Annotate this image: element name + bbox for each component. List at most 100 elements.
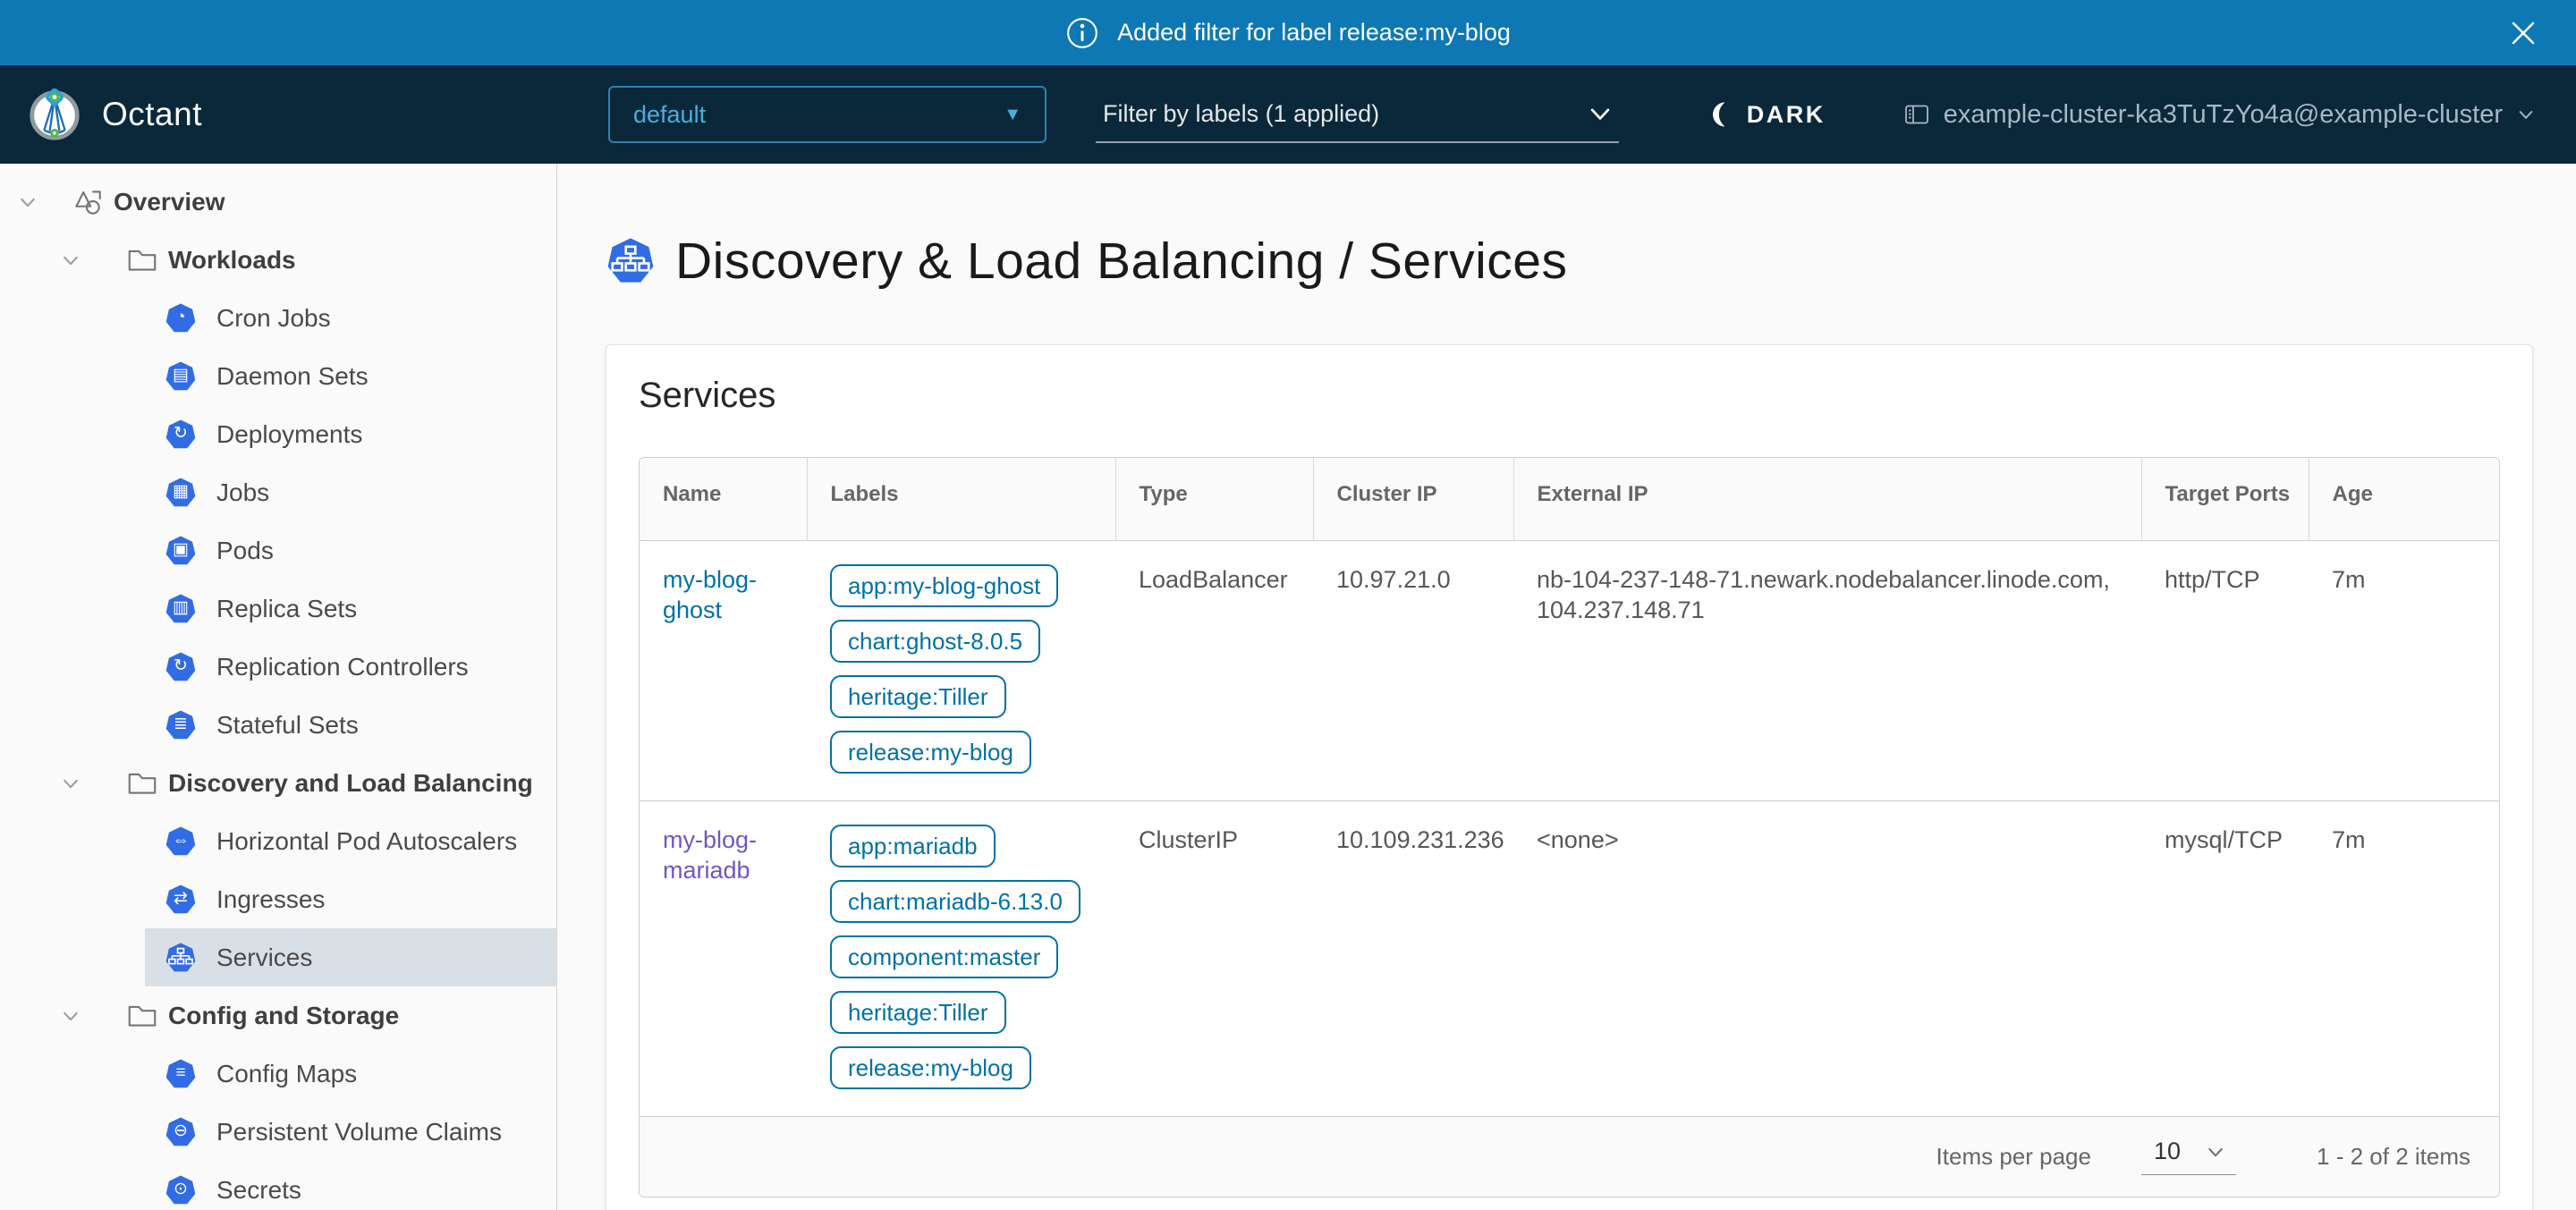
horizontalpodautoscalers-icon: ⇔ [165,825,197,858]
page-title-row: Discovery & Load Balancing / Services [606,232,2533,291]
main-content: Discovery & Load Balancing / Services Se… [557,164,2576,1210]
sidebar-item-label: Persistent Volume Claims [216,1118,502,1147]
namespace-value: default [633,101,706,129]
label-badge[interactable]: component:master [830,935,1058,978]
page-title: Discovery & Load Balancing / Services [675,232,1567,291]
sidebar-item[interactable]: ⊖ Persistent Volume Claims [145,1103,556,1161]
sidebar-item[interactable]: ≣ Stateful Sets [145,696,556,754]
service-link[interactable]: my-blog-ghost [663,566,757,623]
column-header-age: Age [2309,458,2499,540]
chevron-down-icon[interactable] [59,249,82,272]
service-icon [606,236,656,286]
card-title: Services [639,376,2500,416]
cell-name: my-blog-mariadb [640,800,807,1116]
label-badge[interactable]: release:my-blog [830,1046,1031,1089]
sidebar-item[interactable]: ▣ Pods [145,521,556,580]
sidebar-item-label: Config Maps [216,1060,357,1088]
table-row: my-blog-ghost app:my-blog-ghost chart:gh… [640,540,2499,800]
sidebar-item[interactable]: ◔ Cron Jobs [145,289,556,347]
daemonsets-icon: ▤ [165,360,197,393]
sidebar-item-label: Config and Storage [168,1002,399,1030]
sidebar-item[interactable]: ⇔ Horizontal Pod Autoscalers [145,812,556,870]
label-badge[interactable]: app:mariadb [830,825,996,867]
label-badge[interactable]: chart:ghost-8.0.5 [830,620,1040,663]
sidebar-item[interactable]: Discovery and Load Balancing [0,754,556,812]
moon-icon [1706,100,1734,129]
sidebar-item[interactable]: ↻ Deployments [145,405,556,463]
replicationcontrollers-icon: ↻ [165,651,197,683]
column-header-name: Name [640,458,807,540]
chevron-down-icon [2515,104,2537,125]
table-body: my-blog-ghost app:my-blog-ghost chart:gh… [640,540,2499,1116]
statefulsets-icon: ≣ [165,709,197,741]
cell-external-ip: <none> [1513,800,2141,1116]
cell-external-ip: nb-104-237-148-71.newark.nodebalancer.li… [1513,540,2141,800]
cell-cluster-ip: 10.97.21.0 [1313,540,1513,800]
sidebar-item[interactable]: Overview [0,173,556,231]
sidebar-item[interactable]: ▦ Jobs [145,463,556,521]
chevron-down-icon [2204,1140,2227,1163]
secrets-icon: ⊙ [165,1174,197,1206]
overview-icon [71,185,105,219]
sidebar-item[interactable]: ⇄ Ingresses [145,870,556,928]
cluster-name: example-cluster-ka3TuTzYo4a@example-clus… [1944,100,2503,130]
cluster-select[interactable]: example-cluster-ka3TuTzYo4a@example-clus… [1902,100,2537,130]
pagination-range: 1 - 2 of 2 items [2317,1143,2470,1171]
sidebar-item-label: Discovery and Load Balancing [168,769,533,798]
sidebar-item[interactable]: ↻ Replication Controllers [145,638,556,696]
chevron-down-icon [1585,98,1615,129]
chevron-down-icon[interactable] [16,190,39,214]
label-badge[interactable]: chart:mariadb-6.13.0 [830,880,1080,923]
services-table: Name Labels Type Cluster IP External IP … [639,457,2500,1197]
theme-toggle-label: DARK [1747,101,1826,129]
deployments-icon: ↻ [165,419,197,451]
sidebar-nav: Overview Workloads ◔ Cron Jobs [0,164,557,1210]
ingresses-icon: ⇄ [165,884,197,916]
table-header-row: Name Labels Type Cluster IP External IP … [640,458,2499,540]
cronjobs-icon: ◔ [165,302,197,334]
label-filter-text: Filter by labels (1 applied) [1103,100,1379,128]
label-filter-select[interactable]: Filter by labels (1 applied) [1096,86,1619,143]
page-size-value: 10 [2154,1138,2181,1165]
info-banner: Added filter for label release:my-blog [0,0,2576,65]
namespace-select[interactable]: default ▼ [608,86,1046,143]
sidebar-item[interactable]: ▤ Daemon Sets [145,347,556,405]
label-badge[interactable]: heritage:Tiller [830,675,1006,718]
dark-theme-toggle[interactable]: DARK [1706,100,1826,129]
sidebar-item-label: Replica Sets [216,595,357,623]
sidebar-item-label: Stateful Sets [216,711,359,740]
app-header: Octant default ▼ Filter by labels (1 app… [0,65,2576,164]
label-badge[interactable]: release:my-blog [830,731,1031,774]
sidebar-item-label: Overview [114,188,225,216]
sidebar-item-label: Services [216,943,312,972]
label-badge[interactable]: app:my-blog-ghost [830,564,1058,607]
jobs-icon: ▦ [165,477,197,509]
sidebar-item-label: Deployments [216,420,362,449]
close-icon[interactable] [2504,14,2542,52]
sidebar-item-label: Secrets [216,1176,301,1205]
page-size-select[interactable]: 10 [2141,1138,2236,1175]
folder-icon [125,243,159,277]
caret-down-icon: ▼ [1004,105,1021,125]
label-badge[interactable]: heritage:Tiller [830,991,1006,1034]
octant-logo [27,87,82,142]
chevron-down-icon[interactable] [59,772,82,795]
sidebar-item-label: Workloads [168,246,296,275]
configmaps-icon: ≡ [165,1058,197,1090]
banner-message: Added filter for label release:my-blog [1117,19,1511,47]
sidebar-item[interactable]: ⊙ Secrets [145,1161,556,1210]
sidebar-item[interactable]: Config and Storage [0,986,556,1045]
brand: Octant [0,87,557,142]
cell-type: ClusterIP [1115,800,1313,1116]
cell-type: LoadBalancer [1115,540,1313,800]
sidebar-item[interactable]: ▥ Replica Sets [145,580,556,638]
items-per-page-label: Items per page [1936,1143,2091,1171]
sidebar-item[interactable]: ≡ Config Maps [145,1045,556,1103]
sidebar-item[interactable]: Services [145,928,556,986]
app-name: Octant [102,96,202,133]
column-header-target-ports: Target Ports [2141,458,2309,540]
sidebar-item[interactable]: Workloads [0,231,556,289]
chevron-down-icon[interactable] [59,1004,82,1028]
cluster-icon [1902,100,1931,129]
service-link[interactable]: my-blog-mariadb [663,826,757,884]
